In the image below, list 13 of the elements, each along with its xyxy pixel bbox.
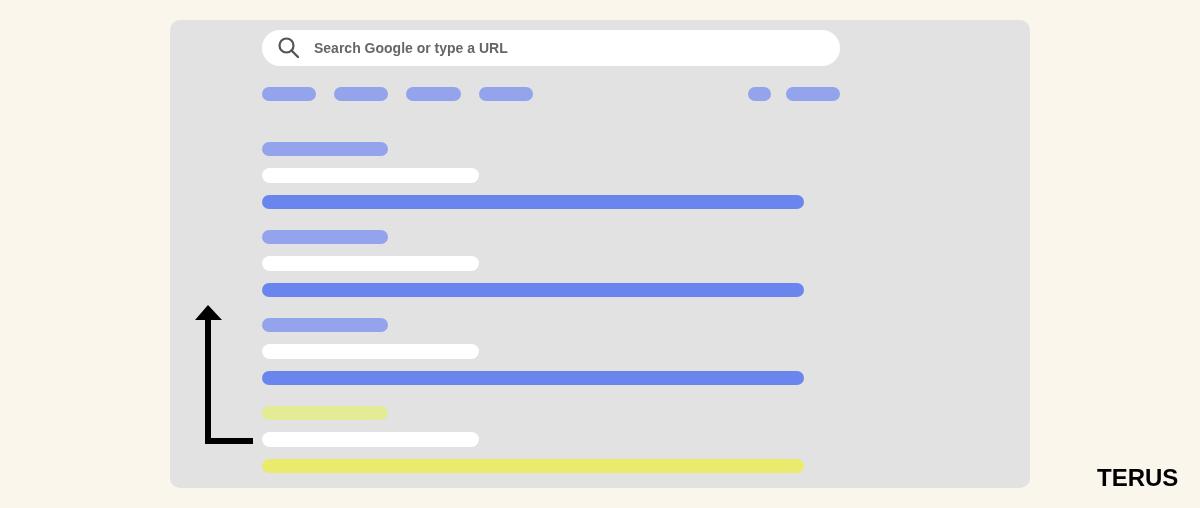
search-field[interactable]: Search Google or type a URL	[262, 30, 840, 66]
nav-placeholder[interactable]	[479, 87, 533, 101]
nav-placeholder[interactable]	[334, 87, 388, 101]
result-title-placeholder[interactable]	[262, 230, 388, 244]
nav-placeholder[interactable]	[406, 87, 461, 101]
result-title-placeholder[interactable]	[262, 318, 388, 332]
logo: TERUS	[1097, 463, 1179, 493]
nav-placeholder[interactable]	[748, 87, 771, 101]
nav-placeholder[interactable]	[262, 87, 316, 101]
nav-placeholder[interactable]	[786, 87, 840, 101]
search-icon	[277, 36, 301, 60]
result-title-placeholder[interactable]	[262, 142, 388, 156]
result-title-placeholder[interactable]	[262, 406, 388, 420]
